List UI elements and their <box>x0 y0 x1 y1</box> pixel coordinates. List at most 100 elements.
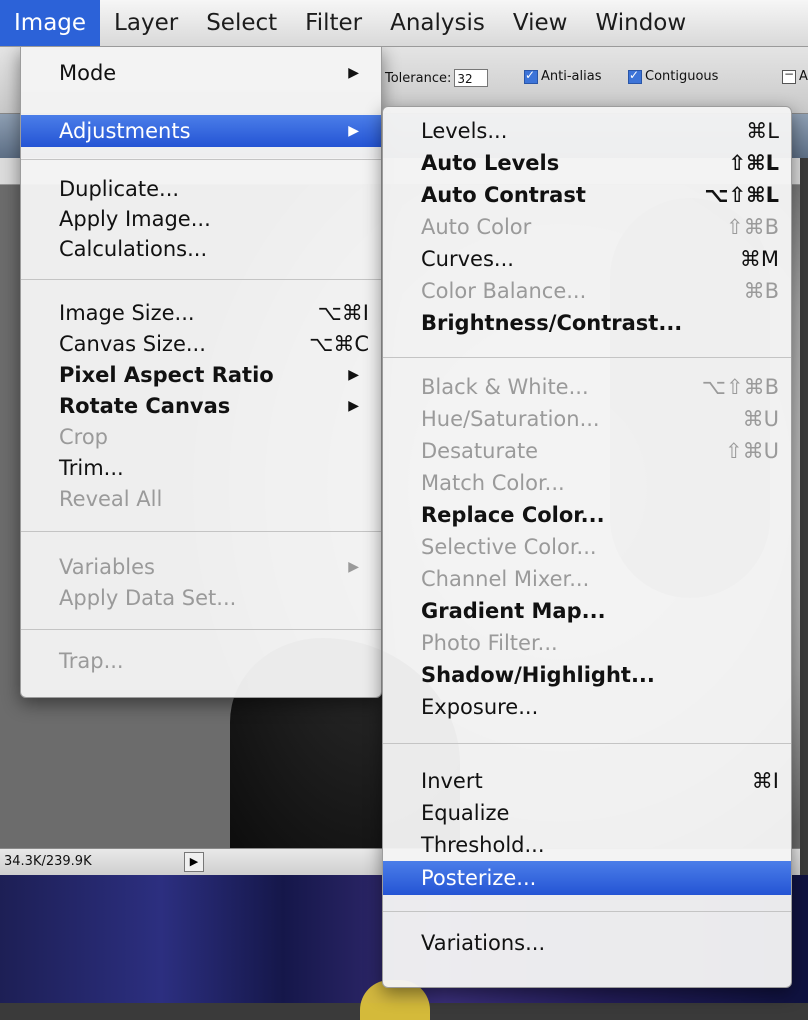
menu-item-label: Curves... <box>421 247 514 271</box>
menu-item-exposure[interactable]: Exposure... <box>383 691 791 723</box>
menu-item-crop: Crop <box>21 421 381 453</box>
menu-item-label: Image Size... <box>59 301 195 325</box>
menu-item-pixel-aspect-ratio[interactable]: Pixel Aspect Ratio ▶ <box>21 359 381 391</box>
menu-item-label: Variables <box>59 555 155 579</box>
menubar-item-filter[interactable]: Filter <box>291 0 376 46</box>
all-layers-checkbox[interactable] <box>782 67 796 84</box>
menu-item-label: Hue/Saturation... <box>421 407 600 431</box>
menu-item-label: Threshold... <box>421 833 545 857</box>
menu-item-auto-levels[interactable]: Auto Levels ⇧⌘L <box>383 147 791 179</box>
contiguous-option[interactable]: Contiguous <box>628 68 719 84</box>
menu-item-auto-color: Auto Color ⇧⌘B <box>383 211 791 243</box>
menu-item-hue-saturation: Hue/Saturation... ⌘U <box>383 403 791 435</box>
menu-separator <box>383 357 791 358</box>
menu-item-replace-color[interactable]: Replace Color... <box>383 499 791 531</box>
menu-item-black-white: Black & White... ⌥⇧⌘B <box>383 371 791 403</box>
menu-item-label: Adjustments <box>59 119 191 143</box>
menu-item-label: Crop <box>59 425 109 449</box>
document-size-status: 34.3K/239.9K <box>4 854 92 869</box>
menu-item-equalize[interactable]: Equalize <box>383 797 791 829</box>
menu-item-label: Equalize <box>421 801 510 825</box>
menu-item-label: Brightness/Contrast... <box>421 311 683 335</box>
menu-item-label: Replace Color... <box>421 503 605 527</box>
menu-item-photo-filter: Photo Filter... <box>383 627 791 659</box>
submenu-arrow-icon: ▶ <box>348 398 359 414</box>
submenu-arrow-icon: ▶ <box>348 123 359 139</box>
menu-item-gradient-map[interactable]: Gradient Map... <box>383 595 791 627</box>
menu-item-label: Canvas Size... <box>59 332 206 356</box>
menubar-item-select[interactable]: Select <box>192 0 291 46</box>
menu-item-auto-contrast[interactable]: Auto Contrast ⌥⇧⌘L <box>383 179 791 211</box>
menu-item-apply-data-set: Apply Data Set... <box>21 582 381 614</box>
menu-item-canvas-size[interactable]: Canvas Size... ⌥⌘C <box>21 328 381 360</box>
menu-item-label: Match Color... <box>421 471 565 495</box>
menu-item-label: Levels... <box>421 119 508 143</box>
menu-item-apply-image[interactable]: Apply Image... <box>21 203 381 235</box>
contiguous-checkbox[interactable] <box>628 68 642 84</box>
menu-item-label: Color Balance... <box>421 279 587 303</box>
menu-item-label: Posterize... <box>421 866 537 890</box>
menu-item-shortcut: ⌘B <box>743 279 779 303</box>
menubar-item-analysis[interactable]: Analysis <box>376 0 499 46</box>
all-layers-label: A <box>799 69 808 84</box>
submenu-arrow-icon: ▶ <box>348 559 359 575</box>
menu-item-label: Calculations... <box>59 237 208 261</box>
menu-item-shortcut: ⌘U <box>742 407 779 431</box>
menu-item-calculations[interactable]: Calculations... <box>21 233 381 265</box>
all-layers-option[interactable]: A <box>782 67 808 84</box>
menu-item-selective-color: Selective Color... <box>383 531 791 563</box>
menu-item-label: Pixel Aspect Ratio <box>59 363 274 387</box>
menu-separator <box>21 279 381 280</box>
image-menu: Mode ▶ Adjustments ▶ Duplicate... Apply … <box>20 46 382 698</box>
menu-item-posterize[interactable]: Posterize... <box>383 861 791 895</box>
menu-item-image-size[interactable]: Image Size... ⌥⌘I <box>21 297 381 329</box>
menu-item-match-color: Match Color... <box>383 467 791 499</box>
menu-item-adjustments[interactable]: Adjustments ▶ <box>21 115 381 147</box>
menu-item-reveal-all: Reveal All <box>21 483 381 515</box>
menu-item-invert[interactable]: Invert ⌘I <box>383 765 791 797</box>
menu-item-mode[interactable]: Mode ▶ <box>21 57 381 89</box>
menu-item-channel-mixer: Channel Mixer... <box>383 563 791 595</box>
menubar-item-image[interactable]: Image <box>0 0 101 46</box>
menubar-item-view[interactable]: View <box>499 0 582 46</box>
menu-item-threshold[interactable]: Threshold... <box>383 829 791 861</box>
anti-alias-checkbox[interactable] <box>524 68 538 84</box>
menu-item-label: Trim... <box>59 456 124 480</box>
menu-item-variations[interactable]: Variations... <box>383 927 791 959</box>
submenu-arrow-icon: ▶ <box>348 367 359 383</box>
menu-item-shortcut: ⇧⌘L <box>728 151 779 175</box>
anti-alias-option[interactable]: Anti-alias <box>524 68 602 84</box>
contiguous-label: Contiguous <box>645 69 719 84</box>
menu-item-label: Rotate Canvas <box>59 394 231 418</box>
menubar-item-window[interactable]: Window <box>581 0 700 46</box>
menu-item-label: Selective Color... <box>421 535 597 559</box>
status-menu-arrow-icon[interactable]: ▶ <box>184 852 204 872</box>
menubar-item-layer[interactable]: Layer <box>100 0 192 46</box>
menu-item-label: Shadow/Highlight... <box>421 663 655 687</box>
menu-item-label: Auto Levels <box>421 151 560 175</box>
menu-item-levels[interactable]: Levels... ⌘L <box>383 115 791 147</box>
menu-item-desaturate: Desaturate ⇧⌘U <box>383 435 791 467</box>
menu-item-label: Channel Mixer... <box>421 567 590 591</box>
tolerance-input[interactable]: 32 <box>454 69 489 87</box>
menu-item-rotate-canvas[interactable]: Rotate Canvas ▶ <box>21 390 381 422</box>
menu-item-curves[interactable]: Curves... ⌘M <box>383 243 791 275</box>
tolerance-label: Tolerance: <box>385 70 452 86</box>
menu-item-shortcut: ⌥⌘I <box>317 301 369 325</box>
submenu-arrow-icon: ▶ <box>348 65 359 81</box>
menu-item-label: Auto Contrast <box>421 183 586 207</box>
menu-item-label: Photo Filter... <box>421 631 558 655</box>
menu-item-shortcut: ⇧⌘B <box>725 215 779 239</box>
menu-item-trim[interactable]: Trim... <box>21 452 381 484</box>
menu-item-label: Invert <box>421 769 483 793</box>
menu-item-duplicate[interactable]: Duplicate... <box>21 173 381 205</box>
menu-item-shortcut: ⌘I <box>751 769 779 793</box>
menu-item-shadow-highlight[interactable]: Shadow/Highlight... <box>383 659 791 691</box>
menu-item-shortcut: ⌥⇧⌘B <box>701 375 779 399</box>
anti-alias-label: Anti-alias <box>541 69 602 84</box>
menu-item-shortcut: ⌥⌘C <box>309 332 369 356</box>
menu-item-brightness-contrast[interactable]: Brightness/Contrast... <box>383 307 791 339</box>
menu-item-label: Trap... <box>59 649 124 673</box>
menu-item-shortcut: ⌥⇧⌘L <box>704 183 779 207</box>
tolerance-control: Tolerance: 32 <box>385 69 489 87</box>
